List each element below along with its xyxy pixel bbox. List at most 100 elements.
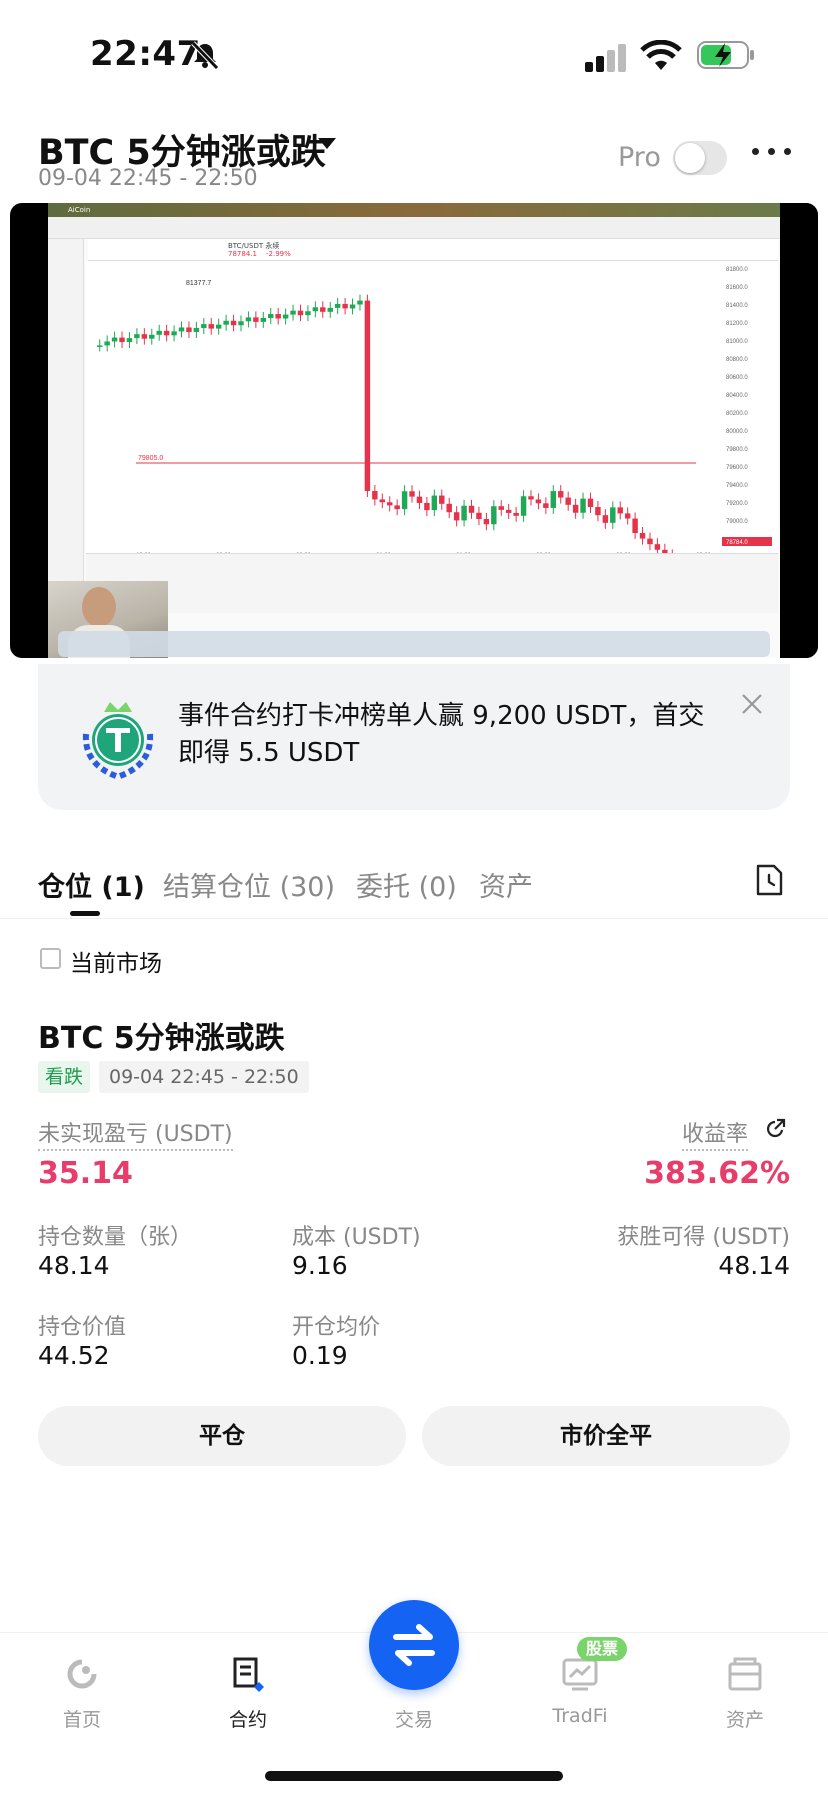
candle-body [186,327,192,332]
candle-body [312,307,319,312]
candle-body [104,341,110,346]
nav-tradfi-label[interactable]: TradFi [530,1705,630,1727]
candle-body [342,303,348,309]
candle-body [401,491,408,510]
candle-body [201,324,207,329]
avg-entry-label: 开仓均价 [292,1315,381,1340]
candle-body [505,509,512,513]
dropdown-caret-icon[interactable] [318,138,336,149]
tab-orders[interactable]: 委托 (0) [356,865,457,904]
roi-label[interactable]: 收益率 [681,1122,748,1151]
candle-body [394,505,400,510]
candle-body [520,496,527,516]
y-tick-label: 81200.0 [726,321,748,327]
video-left-sidebar [48,239,84,599]
candle-body [595,507,601,516]
nav-trade-label[interactable]: 交易 [364,1705,464,1732]
swap-button[interactable] [369,1600,459,1690]
swap-icon [393,1624,435,1666]
close-icon[interactable] [740,692,764,716]
close-position-button[interactable]: 平仓 [38,1406,406,1466]
usdt-medal-icon [82,702,154,779]
y-tick-label: 81400.0 [726,303,748,309]
high-label: 81377.7 [186,280,211,287]
candle-body [617,507,623,514]
tradfi-chart-icon[interactable] [562,1656,598,1692]
candle-body [387,502,393,506]
candle-body [275,314,281,319]
unrealized-pnl-label[interactable]: 未实现盈亏 (USDT) [38,1122,233,1151]
nav-assets-label[interactable]: 资产 [695,1705,795,1732]
y-tick-label: 81600.0 [726,285,748,291]
candle-body [654,544,661,550]
wallet-icon[interactable] [727,1656,763,1692]
candle-body [379,499,385,503]
candle-body [119,337,125,343]
candle-body [178,327,185,332]
tab-positions[interactable]: 仓位 (1) [38,865,145,904]
candle-body [483,518,490,525]
candle-body [215,324,222,329]
candle-body [305,311,311,316]
candle-body [647,538,653,545]
candle-body [156,330,162,335]
stock-badge: 股票 [577,1637,627,1661]
live-video-player[interactable]: AiCoin BTC/USDT 永续 78784.1 -2.99% 79805.… [10,203,818,658]
candle-body [364,300,371,491]
promo-text: 事件合约打卡冲榜单人赢 9,200 USDT，首交即得 5.5 USDT [178,701,705,768]
period-subtitle: 09-04 22:45 - 22:50 [38,166,258,191]
quote-strip: BTC/USDT 永续 78784.1 -2.99% [88,239,778,261]
y-tick-label: 79400.0 [726,483,748,489]
candle-body [238,321,244,326]
market-close-all-button[interactable]: 市价全平 [422,1406,790,1466]
candle-body [446,503,452,513]
wifi-icon [640,40,682,70]
candle-body [245,317,252,322]
pro-label: Pro [618,142,661,173]
win-payout-label: 获胜可得 (USDT) [617,1225,790,1250]
nav-contract-label[interactable]: 合约 [198,1705,298,1732]
qty-value: 48.14 [38,1251,110,1280]
candle-body [208,324,214,329]
y-tick-label: 80800.0 [726,357,748,363]
y-tick-label: 80400.0 [726,393,748,399]
candle-body [230,320,237,326]
tab-settled-positions[interactable]: 结算仓位 (30) [163,865,335,904]
candle-body [624,513,631,519]
active-tab-indicator [70,911,100,916]
y-tick-label: 80000.0 [726,429,748,435]
current-market-checkbox[interactable] [40,948,61,969]
candle-body [572,504,579,513]
contract-icon[interactable] [230,1656,266,1692]
candle-body [543,503,549,508]
candle-body [134,334,140,339]
more-menu-icon[interactable] [752,148,792,160]
candle-body [416,496,423,503]
candle-body [297,310,304,316]
reference-line-label: 79805.0 [138,455,163,462]
candle-svg: 79805.0 81377.7 81800.0 81600.0 81400.0 81200… [97,267,772,567]
candle-body [193,328,200,332]
nav-home-label[interactable]: 首页 [32,1705,132,1732]
qty-label: 持仓数量（张） [38,1225,193,1250]
y-tick-label: 80600.0 [726,375,748,381]
candle-body [528,496,534,500]
pro-toggle[interactable] [673,141,727,175]
avg-entry-value: 0.19 [292,1341,348,1370]
candle-body [126,338,133,343]
last-price-label: 78784.0 [726,540,748,546]
share-refresh-icon[interactable] [764,1118,786,1140]
y-tick-label: 81000.0 [726,339,748,345]
roi-value: 383.62% [644,1156,790,1191]
cellular-signal-icon [585,44,626,72]
history-document-icon[interactable] [754,864,784,896]
home-icon[interactable] [64,1656,100,1692]
y-tick-label: 81800.0 [726,267,748,273]
candle-body [163,330,170,336]
position-value-label: 持仓价值 [38,1315,127,1340]
battery-charging-icon [697,41,754,69]
candle-body [431,495,438,511]
tab-assets[interactable]: 资产 [479,865,533,904]
candle-body [260,317,267,322]
candle-body [149,334,155,339]
